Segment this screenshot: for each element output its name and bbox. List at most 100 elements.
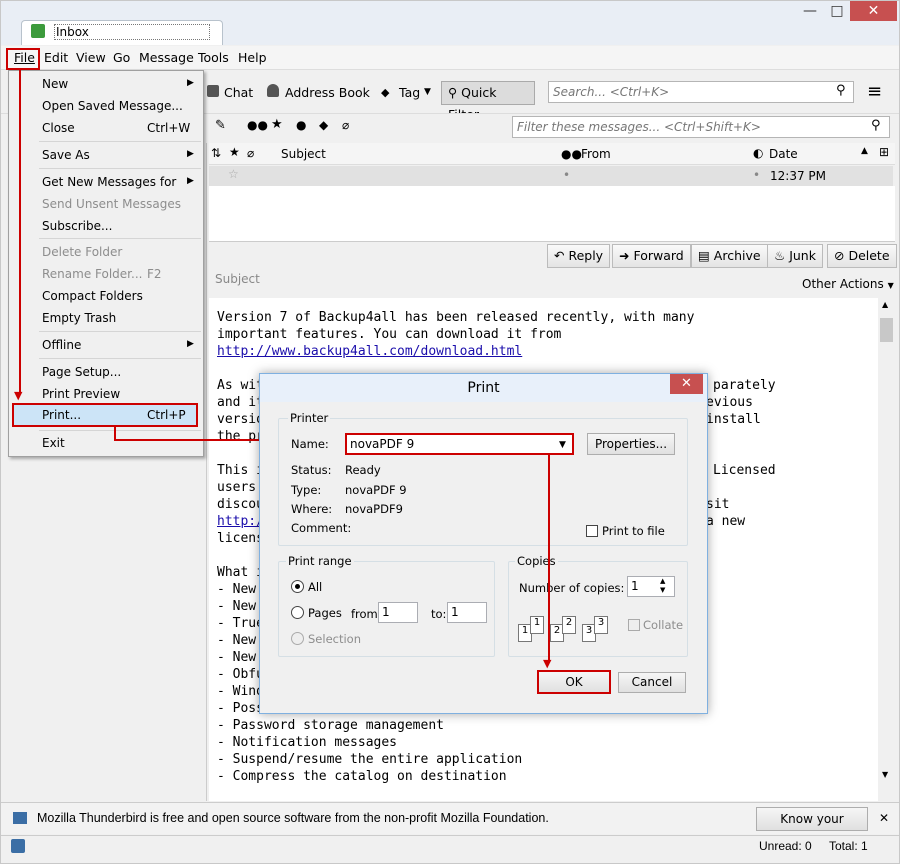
menu-item-empty-trash[interactable]: Empty Trash	[42, 308, 116, 328]
app-menu-icon[interactable]: ≡	[867, 81, 882, 102]
tag-filter-icon[interactable]: ◆	[319, 118, 328, 132]
starred-filter-icon[interactable]: ★	[271, 117, 283, 132]
menu-item-print-label: Print...	[42, 408, 82, 422]
read-col-icon[interactable]: ●●	[561, 147, 582, 161]
know-rights-button[interactable]: Know your rights...	[756, 807, 868, 848]
reply-button[interactable]: ↶ Reply	[547, 244, 611, 268]
chat-button[interactable]: Chat	[217, 81, 260, 105]
activity-icon[interactable]	[11, 839, 25, 853]
quick-filter-button[interactable]: ⚲ Quick Filter	[441, 81, 535, 122]
col-date[interactable]: Date	[769, 147, 798, 161]
subject-label: Subject	[215, 272, 260, 286]
menu-item-get-new[interactable]: Get New Messages for	[42, 172, 176, 192]
body-overflow: parately	[713, 378, 776, 393]
printer-name-select[interactable]: novaPDF 9 ▼	[345, 433, 574, 455]
menu-item-open-saved[interactable]: Open Saved Message...	[42, 96, 183, 116]
annotation-arrow	[114, 425, 116, 440]
menu-item-subscribe[interactable]: Subscribe...	[42, 216, 112, 236]
tag-button[interactable]: Tag	[392, 81, 427, 105]
dialog-title: Print	[260, 374, 707, 402]
search-input[interactable]: Search... <Ctrl+K>	[548, 81, 854, 103]
menu-tools[interactable]: Tools	[198, 50, 229, 65]
forward-label: Forward	[633, 248, 684, 263]
col-from[interactable]: From	[581, 147, 611, 161]
row-date: 12:37 PM	[770, 169, 826, 183]
from-input[interactable]: 1	[378, 602, 418, 623]
properties-button[interactable]: Properties...	[587, 433, 675, 455]
forward-button[interactable]: ➜ Forward	[612, 244, 691, 268]
menu-go[interactable]: Go	[113, 50, 130, 65]
delete-button[interactable]: ⊘ Delete	[827, 244, 897, 268]
menu-item-close[interactable]: Close	[42, 118, 75, 138]
magnifier-icon: ⚲	[448, 85, 462, 100]
attachment-filter-icon[interactable]: ⌀	[342, 118, 349, 132]
star-col-icon[interactable]: ★	[229, 145, 240, 159]
scroll-down-icon[interactable]: ▼	[882, 770, 888, 779]
notification-close-icon[interactable]: ✕	[879, 811, 889, 825]
menu-bar: File Edit View Go Message Tools Help	[1, 46, 899, 70]
all-radio[interactable]	[291, 580, 304, 593]
menu-item-page-setup[interactable]: Page Setup...	[42, 362, 121, 382]
junk-icon: ♨	[774, 248, 790, 263]
menu-item-save-as[interactable]: Save As	[42, 145, 90, 165]
archive-button[interactable]: ▤ Archive	[691, 244, 768, 268]
cancel-button[interactable]: Cancel	[618, 672, 686, 693]
body-scrollbar[interactable]: ▲ ▼	[878, 298, 895, 801]
print-dialog: Print ✕ Printer Name: novaPDF 9 ▼ Proper…	[259, 373, 708, 714]
thread-col-icon[interactable]: ⇅	[211, 146, 221, 160]
menu-help[interactable]: Help	[238, 50, 267, 65]
other-actions-label: Other Actions	[802, 277, 884, 291]
filter-search-icon: ⚲	[871, 118, 881, 133]
menu-item-print-preview[interactable]: Print Preview	[42, 384, 120, 404]
menu-item-exit[interactable]: Exit	[42, 433, 65, 453]
collate-label: Collate	[643, 618, 684, 632]
other-actions-button[interactable]: Other Actions ▼	[802, 277, 894, 291]
menu-separator	[39, 430, 201, 431]
unread-count: Unread: 0	[759, 839, 812, 853]
minimize-button[interactable]: —	[796, 1, 824, 21]
junk-label: Junk	[789, 248, 816, 263]
attach-col-icon[interactable]: ⌀	[247, 146, 254, 160]
scroll-up-icon[interactable]: ▲	[882, 300, 888, 309]
col-subject[interactable]: Subject	[281, 147, 326, 161]
contact-filter-icon[interactable]: ●	[296, 118, 306, 132]
download-link[interactable]: http://www.backup4all.com/download.html	[217, 344, 522, 359]
dialog-close-button[interactable]: ✕	[670, 374, 703, 394]
column-picker-icon[interactable]: ⊞	[879, 145, 889, 159]
close-window-button[interactable]: ✕	[850, 1, 897, 21]
body-link[interactable]: http:/	[217, 514, 264, 529]
reply-label: Reply	[568, 248, 604, 263]
to-input[interactable]: 1	[447, 602, 487, 623]
copies-input[interactable]: 1 ▲ ▼	[627, 576, 675, 597]
status-label: Status:	[291, 463, 332, 477]
body-overflow: Licensed	[713, 463, 776, 478]
menu-item-compact[interactable]: Compact Folders	[42, 286, 143, 306]
row-star-icon[interactable]: ☆	[228, 167, 239, 181]
pages-radio[interactable]	[291, 606, 304, 619]
notification-text: Mozilla Thunderbird is free and open sou…	[37, 811, 549, 825]
inbox-tab[interactable]: Inbox	[21, 20, 223, 45]
scroll-thumb[interactable]	[880, 318, 893, 342]
menu-message[interactable]: Message	[139, 50, 194, 65]
address-book-button[interactable]: Address Book	[278, 81, 377, 105]
menu-item-new[interactable]: New	[42, 74, 68, 94]
spinner-icon[interactable]: ▲ ▼	[660, 577, 665, 595]
submenu-arrow-icon: ▶	[187, 176, 194, 186]
other-actions-arrow-icon: ▼	[887, 281, 894, 290]
message-row[interactable]: ☆ • • 12:37 PM	[209, 166, 893, 186]
menu-item-offline[interactable]: Offline	[42, 335, 81, 355]
menu-view[interactable]: View	[76, 50, 106, 65]
menu-separator	[39, 238, 201, 239]
menu-edit[interactable]: Edit	[44, 50, 68, 65]
pin-icon[interactable]: ✎	[215, 118, 226, 133]
junk-button[interactable]: ♨ Junk	[767, 244, 823, 268]
search-icon: ⚲	[836, 83, 846, 98]
row-junk-dot[interactable]: •	[753, 168, 760, 182]
print-to-file-checkbox[interactable]	[586, 525, 598, 537]
unread-filter-icon[interactable]: ●●	[247, 118, 268, 132]
filter-messages-input[interactable]: Filter these messages... <Ctrl+Shift+K>	[512, 116, 890, 138]
body-line: - Suspend/resume the entire application	[217, 752, 523, 767]
maximize-button[interactable]: □	[824, 1, 850, 21]
row-read-dot[interactable]: •	[563, 168, 570, 182]
ok-button[interactable]: OK	[537, 670, 611, 694]
